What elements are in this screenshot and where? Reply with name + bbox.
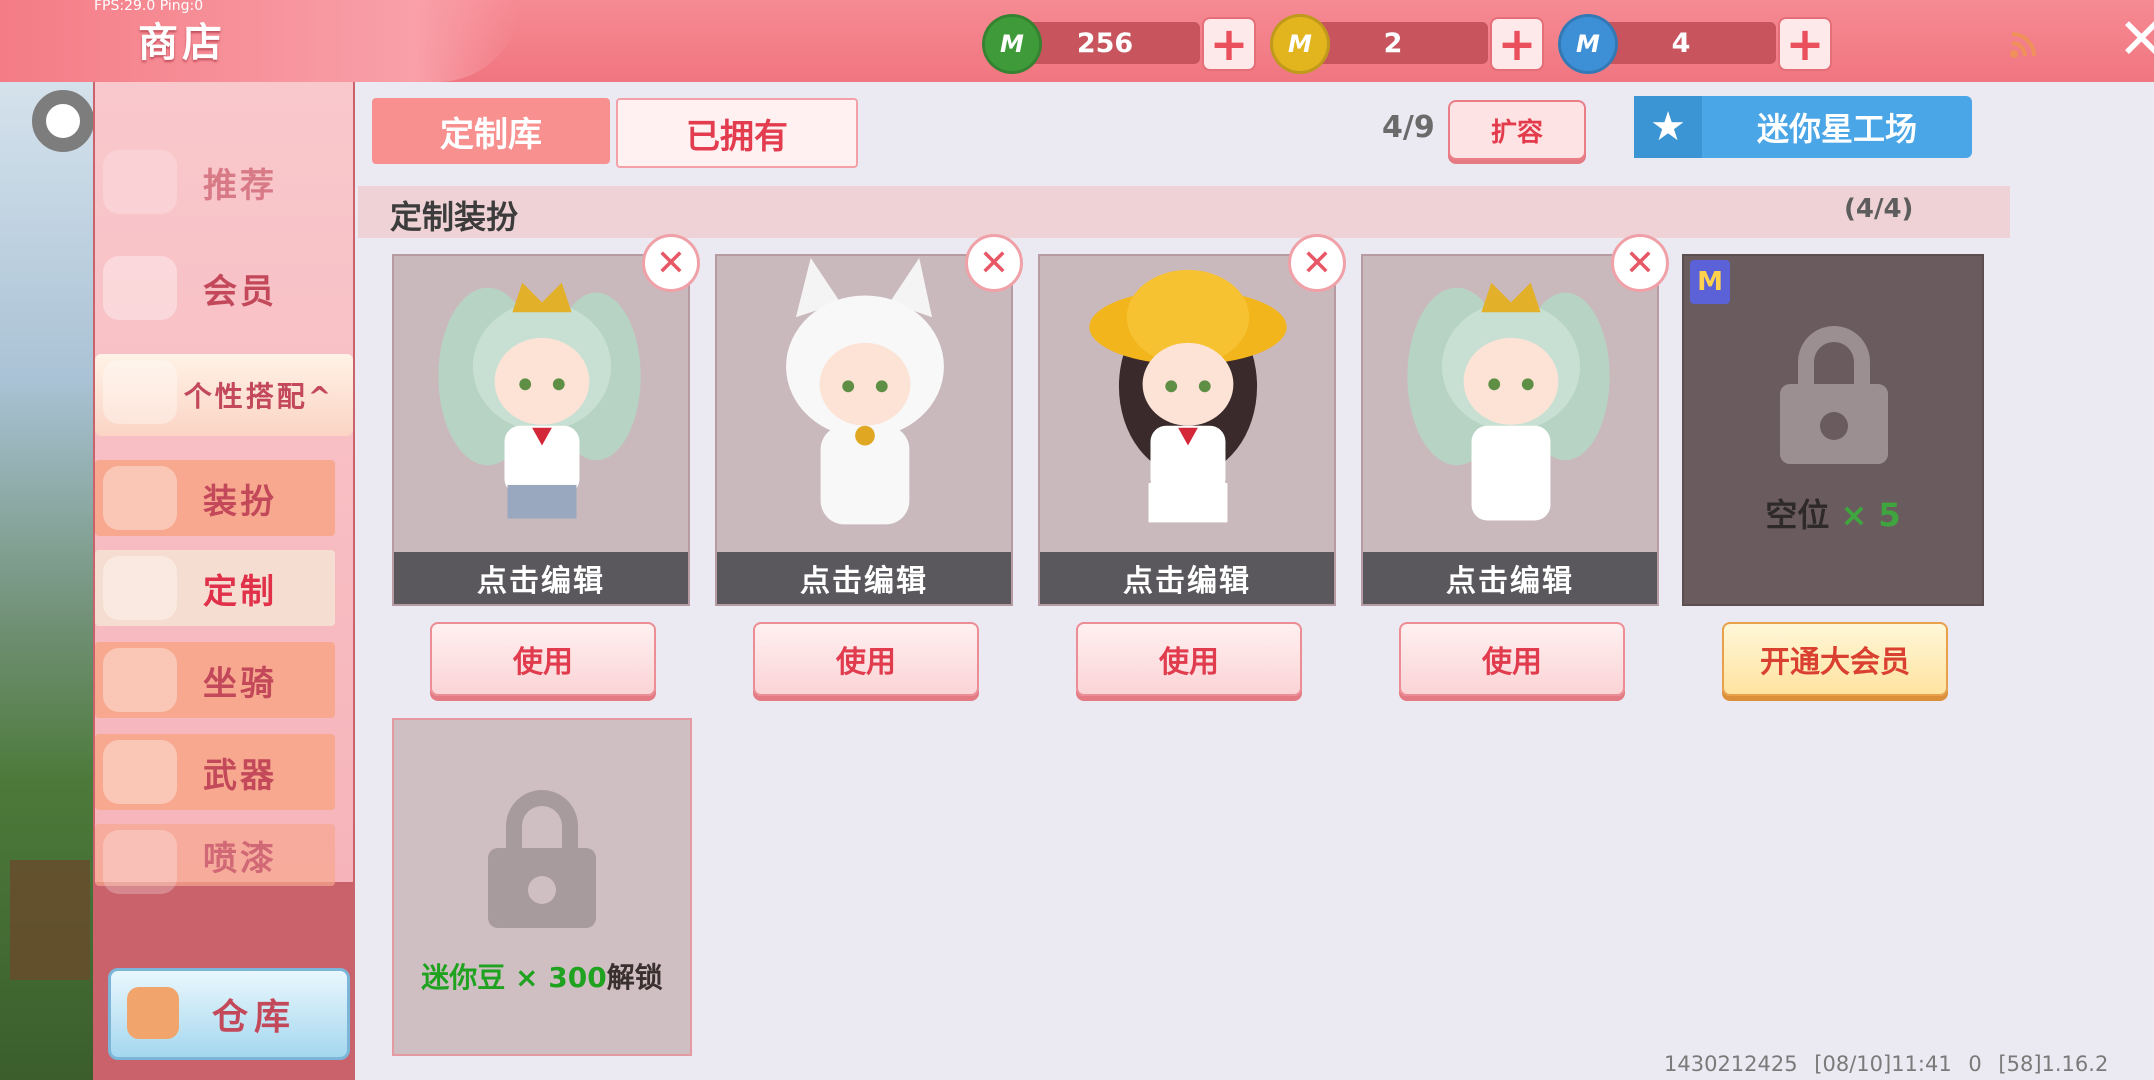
- record-toggle-icon[interactable]: [32, 90, 94, 152]
- unlock-text: 解锁: [606, 961, 663, 994]
- outfit-card[interactable]: 点击编辑: [1038, 254, 1336, 606]
- sidebar-item-label: 装扮: [203, 481, 277, 522]
- outfit-card[interactable]: 点击编辑: [1361, 254, 1659, 606]
- page-title: 商店: [138, 20, 226, 66]
- outfit-card[interactable]: 点击编辑: [392, 254, 690, 606]
- member-icon: [103, 256, 177, 320]
- scene-block: [10, 860, 90, 980]
- vip-empty-slot-card[interactable]: [1682, 254, 1984, 606]
- sidebar-item-label: 推荐: [203, 165, 277, 206]
- currency-value: 4: [1671, 27, 1691, 59]
- delete-outfit-icon[interactable]: ✕: [642, 234, 700, 292]
- build-info: 1430212425 [08/10]11:41 0 [58]1.16.2: [1664, 1052, 2109, 1076]
- close-icon[interactable]: ✕: [2118, 12, 2154, 68]
- edit-label: 点击编辑: [394, 552, 688, 604]
- delete-outfit-icon[interactable]: ✕: [1611, 234, 1669, 292]
- capacity-count: 4/9: [1382, 110, 1435, 145]
- sidebar-item-spray[interactable]: 喷漆: [95, 824, 335, 894]
- character-avatar: [1089, 269, 1287, 523]
- currency-value: 256: [1076, 27, 1134, 59]
- lock-icon: [488, 790, 596, 928]
- spray-icon: [103, 830, 177, 894]
- empty-slot-count: × 5: [1840, 496, 1901, 534]
- character-avatar: [1407, 282, 1610, 521]
- recommend-icon: [103, 150, 177, 214]
- unlock-cost-label: 迷你豆 × 300解锁: [392, 956, 692, 996]
- empty-slot-text: 空位: [1765, 496, 1830, 534]
- add-mini-point-button[interactable]: +: [1778, 17, 1832, 71]
- delete-outfit-icon[interactable]: ✕: [1288, 234, 1346, 292]
- sidebar-item-member[interactable]: 会员: [95, 250, 335, 326]
- character-avatar: [438, 282, 641, 519]
- sidebar-item-label: 武器: [203, 755, 277, 796]
- unlock-cost: 迷你豆 × 300: [421, 961, 607, 994]
- use-outfit-button[interactable]: 使用: [1076, 622, 1302, 696]
- signal-icon: [2010, 32, 2036, 58]
- title-tab: [0, 0, 520, 82]
- tab-custom-library[interactable]: 定制库: [372, 98, 610, 164]
- mini-coin-icon: M: [1270, 14, 1330, 74]
- locked-slot-card[interactable]: [392, 718, 692, 1056]
- warehouse-label: 仓库: [211, 997, 296, 1038]
- sidebar-item-weapon[interactable]: 武器: [95, 734, 335, 810]
- use-outfit-button[interactable]: 使用: [1399, 622, 1625, 696]
- open-vip-button[interactable]: 开通大会员: [1722, 622, 1948, 696]
- warehouse-icon: [127, 987, 179, 1039]
- edit-label: 点击编辑: [1363, 552, 1657, 604]
- sidebar-item-label: 定制: [203, 571, 277, 612]
- mini-star-workshop-label: 迷你星工场: [1756, 110, 1917, 148]
- sidebar-item-label: 坐骑: [203, 663, 277, 704]
- outfit-card[interactable]: 点击编辑: [715, 254, 1013, 606]
- personal-style-icon: [103, 360, 177, 424]
- use-outfit-button[interactable]: 使用: [430, 622, 656, 696]
- lock-icon: [1780, 326, 1888, 464]
- mini-point-icon: M: [1558, 14, 1618, 74]
- section-count: (4/4): [1844, 194, 1914, 224]
- weapon-icon: [103, 740, 177, 804]
- sidebar-item-label: 会员: [203, 271, 277, 312]
- add-mini-coin-button[interactable]: +: [1490, 17, 1544, 71]
- mount-icon: [103, 648, 177, 712]
- use-outfit-button[interactable]: 使用: [753, 622, 979, 696]
- edit-label: 点击编辑: [717, 552, 1011, 604]
- currency-value: 2: [1383, 27, 1403, 59]
- sidebar-item-label: 喷漆: [203, 838, 277, 879]
- mini-bean-icon: M: [982, 14, 1042, 74]
- edit-label: 点击编辑: [1040, 552, 1334, 604]
- section-header: [358, 186, 2010, 238]
- expand-capacity-button[interactable]: 扩容: [1448, 100, 1586, 160]
- sidebar-item-label: 个性搭配^: [183, 380, 335, 413]
- delete-outfit-icon[interactable]: ✕: [965, 234, 1023, 292]
- sidebar-item-dressup[interactable]: 装扮: [95, 460, 335, 536]
- sidebar-item-custom[interactable]: 定制: [95, 550, 335, 626]
- section-title: 定制装扮: [390, 198, 519, 236]
- sidebar-item-personal-style[interactable]: 个性搭配^: [95, 354, 353, 436]
- empty-slot-label: 空位 × 5: [1682, 490, 1984, 536]
- warehouse-button[interactable]: 仓库: [108, 968, 350, 1060]
- sidebar-item-mount[interactable]: 坐骑: [95, 642, 335, 718]
- character-avatar: [786, 258, 944, 525]
- dressup-icon: [103, 466, 177, 530]
- vip-badge-icon: M: [1690, 260, 1730, 304]
- star-icon: ★: [1634, 96, 1702, 158]
- mini-star-workshop-button[interactable]: ★ 迷你星工场: [1634, 96, 1972, 158]
- custom-icon: [103, 556, 177, 620]
- tab-owned[interactable]: 已拥有: [616, 98, 858, 168]
- add-mini-bean-button[interactable]: +: [1202, 17, 1256, 71]
- sidebar-item-recommend[interactable]: 推荐: [95, 144, 335, 220]
